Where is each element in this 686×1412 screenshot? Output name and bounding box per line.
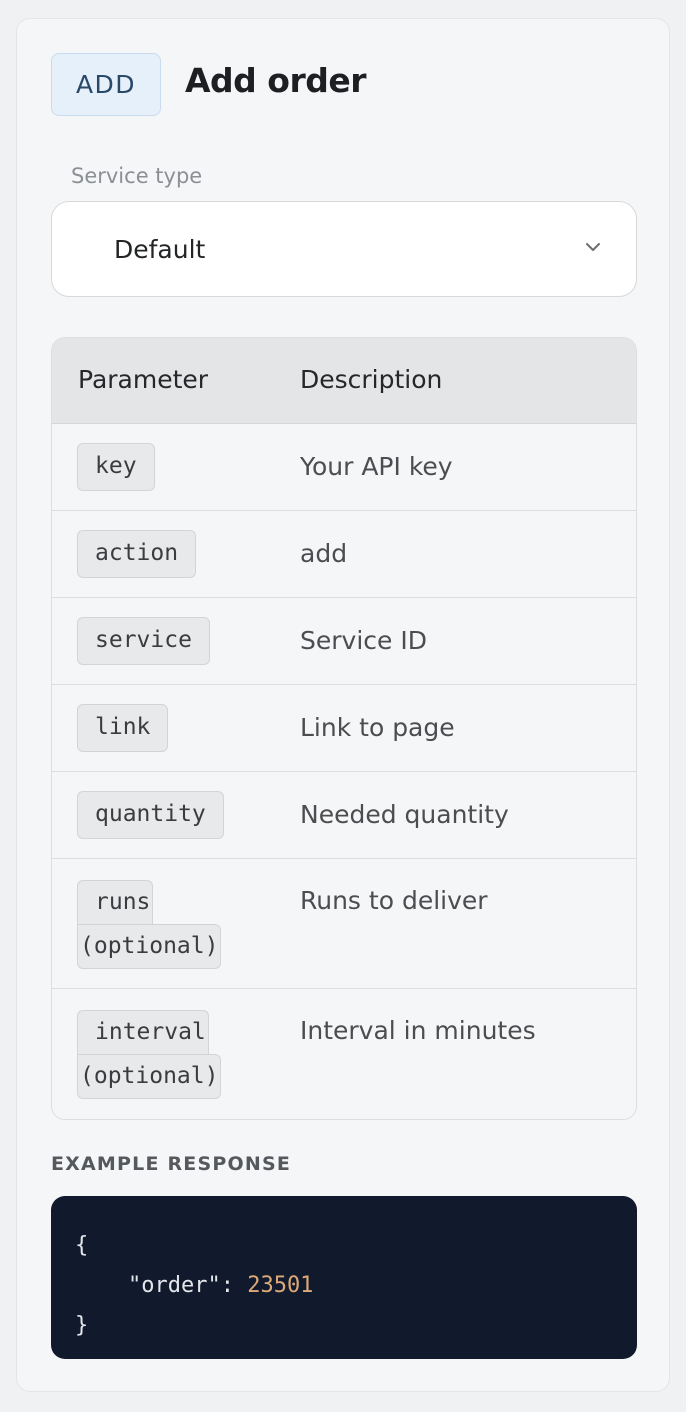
param-code: link bbox=[77, 704, 169, 752]
table-row: interval (optional) Interval in minutes bbox=[52, 989, 636, 1119]
param-code: action bbox=[77, 530, 197, 578]
param-description: Service ID bbox=[300, 626, 427, 655]
param-optional: (optional) bbox=[77, 924, 222, 969]
json-colon: : bbox=[220, 1273, 248, 1298]
param-code: quantity bbox=[77, 791, 224, 839]
api-endpoint-card: ADD Add order Service type Default Param… bbox=[16, 18, 670, 1392]
table-row: quantity Needed quantity bbox=[52, 772, 636, 859]
example-response-label: EXAMPLE RESPONSE bbox=[51, 1153, 292, 1175]
service-type-value: Default bbox=[114, 235, 206, 264]
open-brace: { bbox=[75, 1233, 89, 1258]
endpoint-title: Add order bbox=[185, 61, 367, 100]
header-parameter: Parameter bbox=[78, 365, 209, 394]
param-optional: (optional) bbox=[77, 1054, 222, 1099]
table-row: link Link to page bbox=[52, 685, 636, 772]
chevron-down-icon bbox=[586, 243, 600, 251]
param-description: add bbox=[300, 539, 348, 568]
example-response-code: { "order": 23501 } bbox=[51, 1196, 637, 1359]
table-row: service Service ID bbox=[52, 598, 636, 685]
json-value: 23501 bbox=[247, 1273, 314, 1298]
header-description: Description bbox=[300, 365, 443, 394]
close-brace: } bbox=[75, 1313, 89, 1338]
service-type-select[interactable]: Default bbox=[51, 201, 637, 297]
table-row: runs (optional) Runs to deliver bbox=[52, 859, 636, 989]
param-name: interval bbox=[77, 1010, 209, 1054]
param-code: runs (optional) bbox=[77, 880, 222, 969]
param-description: Needed quantity bbox=[300, 800, 509, 829]
json-key: "order" bbox=[127, 1273, 221, 1298]
param-description: Runs to deliver bbox=[300, 886, 488, 915]
param-description: Your API key bbox=[300, 452, 453, 481]
param-name: runs bbox=[77, 880, 154, 924]
param-code: interval (optional) bbox=[77, 1010, 222, 1099]
param-description: Interval in minutes bbox=[300, 1016, 536, 1045]
table-header: Parameter Description bbox=[52, 338, 636, 424]
param-code: service bbox=[77, 617, 210, 665]
parameters-table: Parameter Description key Your API key a… bbox=[51, 337, 637, 1120]
method-badge: ADD bbox=[51, 53, 161, 116]
table-row: key Your API key bbox=[52, 424, 636, 511]
service-type-label: Service type bbox=[71, 164, 203, 188]
param-code: key bbox=[77, 443, 155, 491]
table-row: action add bbox=[52, 511, 636, 598]
param-description: Link to page bbox=[300, 713, 455, 742]
